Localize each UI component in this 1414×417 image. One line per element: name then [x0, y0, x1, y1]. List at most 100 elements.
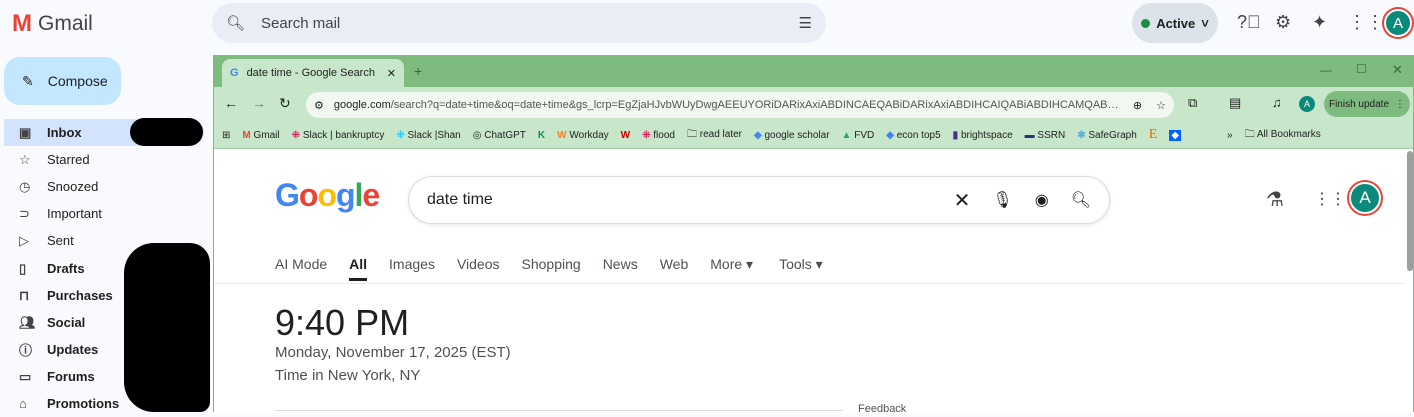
divider — [275, 410, 843, 411]
divider — [214, 283, 1404, 284]
bookmark[interactable]: ▮ brightspace — [953, 130, 1013, 141]
tab-videos[interactable]: Videos — [457, 256, 500, 281]
maximize-icon[interactable]: ☐ — [1356, 62, 1367, 76]
account-avatar[interactable]: A — [1384, 9, 1412, 37]
tab-web[interactable]: Web — [660, 256, 689, 281]
reload-icon[interactable]: ↻ — [279, 95, 291, 112]
chevron-down-icon: ˅ — [1201, 15, 1209, 31]
tab-shopping[interactable]: Shopping — [522, 256, 581, 281]
star-icon: ☆ — [19, 151, 31, 167]
clock-icon: ◷ — [19, 178, 31, 194]
address-bar[interactable]: ⚙ google.com/search?q=date+time&oq=date+t… — [306, 92, 1174, 118]
etsy-bookmark-icon[interactable]: E — [1149, 127, 1158, 143]
important-icon: ⊃ — [19, 205, 30, 221]
compose-button[interactable]: ✎ Compose — [4, 57, 121, 105]
feedback-link[interactable]: Feedback — [858, 403, 906, 415]
forward-icon[interactable]: → — [252, 95, 266, 111]
time-location: Time in New York, NY — [275, 367, 421, 384]
tab-ai-mode[interactable]: AI Mode — [275, 256, 327, 281]
bookmark[interactable]: ⁜ Slack |Shan — [396, 130, 460, 141]
site-info-icon[interactable]: ⚙ — [314, 99, 324, 112]
forum-icon: ▭ — [19, 368, 32, 384]
google-search-input[interactable]: date time ✕ 🎙︎ ◉ 🔍︎ — [408, 176, 1110, 224]
filter-options-icon[interactable]: ☰ — [799, 14, 812, 32]
nav-snoozed[interactable]: ◷ Snoozed — [4, 173, 204, 200]
zoom-icon[interactable]: ⊕ — [1133, 99, 1142, 112]
extensions-icon[interactable]: ⧉ — [1188, 95, 1197, 111]
bookmark-folder[interactable]: 🗀︎ read later — [687, 127, 742, 144]
gmail-logo[interactable]: M Gmail — [12, 10, 93, 38]
bookmark[interactable]: ◎ ChatGPT — [473, 130, 526, 141]
new-tab-icon[interactable]: + — [414, 63, 422, 79]
chrome-window: Gdate time - Google Search ✕ + — ☐ ✕ ← → … — [213, 55, 1414, 415]
send-icon: ▷ — [19, 232, 29, 248]
google-account-avatar[interactable]: A — [1349, 182, 1381, 214]
minimize-icon[interactable]: — — [1320, 63, 1332, 77]
bookmark[interactable]: K — [538, 130, 545, 141]
redaction — [124, 243, 210, 412]
scrollbar[interactable] — [1407, 151, 1413, 271]
bookmark[interactable]: M Gmail — [242, 130, 279, 141]
nav-starred[interactable]: ☆ Starred — [4, 146, 204, 173]
bookmark[interactable]: ✱ SafeGraph — [1077, 130, 1137, 141]
apps-icon[interactable]: ⊞ — [222, 130, 230, 141]
search-tabs: AI Mode All Images Videos Shopping News … — [275, 256, 823, 281]
bookmark[interactable]: ▬ SSRN — [1025, 130, 1066, 141]
info-icon: ⓘ — [19, 343, 33, 358]
google-favicon: G — [230, 67, 239, 79]
bookmark[interactable]: ⁜ flood — [642, 130, 675, 141]
tab-news[interactable]: News — [603, 256, 638, 281]
google-logo[interactable]: Google — [275, 177, 380, 214]
settings-gear-icon[interactable]: ⚙ — [1275, 12, 1291, 33]
page-content: Google date time ✕ 🎙︎ ◉ 🔍︎ ⚗ ⋮⋮⋮ A AI Mode A… — [214, 149, 1413, 415]
bookmark[interactable]: ◆ google scholar — [754, 130, 830, 141]
tab-tools[interactable]: Tools ▾ — [779, 256, 823, 281]
all-bookmarks-folder[interactable]: 🗀︎ All Bookmarks — [1245, 127, 1321, 144]
current-time: 9:40 PM — [275, 302, 410, 343]
labs-flask-icon[interactable]: ⚗ — [1266, 187, 1284, 212]
lens-icon[interactable]: ◉ — [1035, 190, 1049, 210]
menu-kebab-icon: ⋮ — [1395, 98, 1406, 110]
browser-toolbar: ← → ↻ ⚙ google.com/search?q=date+time&oq=… — [214, 87, 1413, 122]
tab-search-icon[interactable]: ▤ — [1229, 95, 1241, 111]
bookmarks-bar: ⊞ M Gmail ⁜ Slack | bankruptcy ⁜ Slack |… — [214, 122, 1413, 149]
people-icon: 👥︎ — [19, 314, 36, 330]
tab-strip: Gdate time - Google Search ✕ + — ☐ ✕ — [214, 56, 1413, 87]
clear-icon[interactable]: ✕ — [954, 188, 971, 213]
finish-update-button[interactable]: Finish update ⋮ — [1324, 91, 1410, 117]
redaction — [130, 118, 203, 146]
tab-all[interactable]: All — [349, 256, 368, 281]
search-mail-input[interactable]: 🔍︎ Search mail ☰ — [212, 3, 826, 43]
bookmark[interactable]: ⁜ Slack | bankruptcy — [292, 130, 385, 141]
draft-icon: ▯ — [19, 260, 27, 276]
browser-tab[interactable]: Gdate time - Google Search ✕ — [222, 59, 404, 87]
bookmark-icon[interactable]: W — [621, 130, 630, 141]
nav-important[interactable]: ⊃ Important — [4, 200, 204, 227]
media-control-icon[interactable]: ♫ — [1272, 95, 1282, 110]
back-icon[interactable]: ← — [224, 95, 238, 111]
bag-icon: ⊓ — [19, 287, 30, 303]
bookmark[interactable]: ▲ FVD — [842, 130, 875, 141]
bookmark[interactable]: W Workday — [557, 130, 609, 141]
gmail-m-icon: M — [12, 10, 32, 37]
tab-more[interactable]: More ▾ — [710, 256, 753, 281]
tab-images[interactable]: Images — [389, 256, 435, 281]
profile-avatar[interactable]: A — [1299, 96, 1315, 112]
bookmark[interactable]: ◆ econ top5 — [886, 130, 940, 141]
active-dot-icon — [1141, 18, 1151, 28]
inbox-icon: ▣ — [19, 124, 32, 140]
tag-icon: ⌂ — [19, 396, 27, 411]
search-icon: 🔍︎ — [226, 15, 246, 32]
more-bookmarks-icon[interactable]: » — [1227, 130, 1233, 141]
current-date: Monday, November 17, 2025 (EST) — [275, 344, 511, 361]
close-window-icon[interactable]: ✕ — [1392, 62, 1403, 78]
voice-search-icon[interactable]: 🎙︎ — [992, 190, 1012, 210]
bookmark-star-icon[interactable]: ☆ — [1156, 99, 1166, 112]
gemini-sparkle-icon[interactable]: ✦ — [1312, 12, 1327, 33]
dropbox-bookmark-icon[interactable]: ◆ — [1169, 129, 1182, 141]
search-icon[interactable]: 🔍︎ — [1071, 190, 1091, 210]
pencil-icon: ✎ — [22, 72, 34, 89]
close-tab-icon[interactable]: ✕ — [387, 67, 396, 80]
help-icon[interactable]: ?⃝ — [1237, 12, 1261, 33]
status-button[interactable]: Active ˅ — [1132, 3, 1218, 43]
